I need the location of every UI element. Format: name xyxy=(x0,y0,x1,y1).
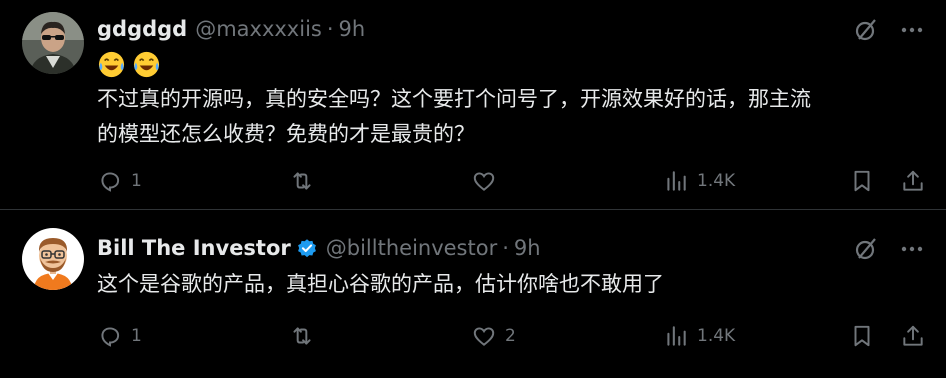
author-name[interactable]: gdgdgd xyxy=(97,17,187,41)
action-bar: 1 2 1.4K xyxy=(97,318,926,354)
tweet-header: Bill The Investor @billtheinvestor · 9h xyxy=(97,233,541,263)
author-handle[interactable]: @maxxxxiis xyxy=(195,17,322,41)
more-icon[interactable] xyxy=(898,16,926,44)
bookmark-button[interactable] xyxy=(849,318,875,354)
share-icon xyxy=(903,325,923,346)
timestamp[interactable]: 9h xyxy=(514,236,541,260)
repost-icon xyxy=(293,327,311,345)
views-icon xyxy=(667,171,686,191)
emoji-row xyxy=(97,50,161,79)
verified-badge-icon[interactable] xyxy=(296,237,318,259)
views-button[interactable]: 1.4K xyxy=(663,163,735,199)
reply-button[interactable]: 1 xyxy=(97,163,142,199)
avatar[interactable] xyxy=(22,12,84,74)
share-button[interactable] xyxy=(900,318,926,354)
repost-button[interactable] xyxy=(289,163,323,199)
like-count: 2 xyxy=(505,326,516,346)
reply-count: 1 xyxy=(131,326,142,346)
bookmark-icon xyxy=(854,325,870,347)
view-count: 1.4K xyxy=(697,171,736,191)
share-button[interactable] xyxy=(900,163,926,199)
like-button[interactable] xyxy=(471,163,505,199)
laughing-tears-emoji xyxy=(98,51,125,78)
tweet-text: 这个是谷歌的产品，真担心谷歌的产品，估计你啥也不敢用了 xyxy=(97,272,664,296)
share-icon xyxy=(903,170,923,191)
tweet-header: gdgdgd @maxxxxiis · 9h xyxy=(97,14,365,44)
views-icon xyxy=(667,326,686,346)
reply-button[interactable]: 1 xyxy=(97,318,142,354)
repost-icon xyxy=(293,172,311,190)
reply-count: 1 xyxy=(131,171,142,191)
like-icon xyxy=(473,327,495,346)
author-handle[interactable]: @billtheinvestor xyxy=(326,236,497,260)
repost-button[interactable] xyxy=(289,318,323,354)
view-count: 1.4K xyxy=(697,326,736,346)
like-icon xyxy=(473,172,495,191)
reply-icon xyxy=(101,172,120,192)
action-bar: 1 1.4K xyxy=(97,163,926,199)
reply-icon xyxy=(101,327,120,347)
tweet-text: 不过真的开源吗，真的安全吗？这个要打个问号了，开源效果好的话，那主流 的模型还怎… xyxy=(97,87,811,146)
views-button[interactable]: 1.4K xyxy=(663,318,735,354)
laughing-tears-emoji xyxy=(133,51,160,78)
separator-dot: · xyxy=(326,17,334,41)
tweet-2[interactable]: Bill The Investor @billtheinvestor · 9h … xyxy=(0,210,946,378)
separator-dot: · xyxy=(502,236,509,260)
author-name[interactable]: Bill The Investor xyxy=(97,236,291,260)
timestamp[interactable]: 9h xyxy=(339,17,366,41)
avatar[interactable] xyxy=(22,228,84,290)
bookmark-button[interactable] xyxy=(849,163,875,199)
more-icon[interactable] xyxy=(898,235,926,263)
grok-icon[interactable] xyxy=(852,235,880,263)
like-button[interactable]: 2 xyxy=(471,318,516,354)
tweet-1[interactable]: gdgdgd @maxxxxiis · 9h 不过真的开源吗，真的安全吗？这个要… xyxy=(0,0,946,210)
bookmark-icon xyxy=(854,170,870,192)
grok-icon[interactable] xyxy=(852,16,880,44)
